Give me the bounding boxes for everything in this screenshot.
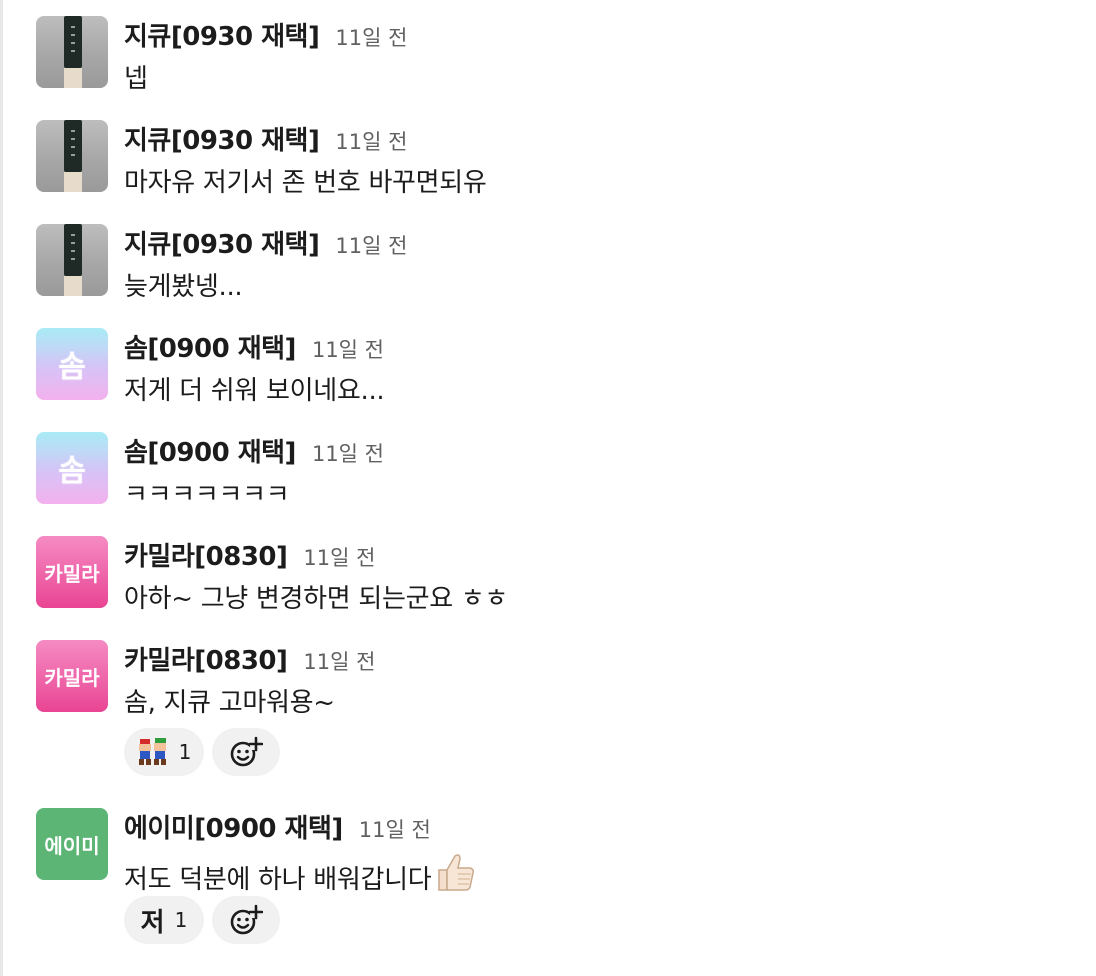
message-text: 넵 [124, 64, 148, 94]
add-reaction-button[interactable] [212, 896, 280, 944]
message-text: 마자유 저기서 존 번호 바꾸면되유 [124, 168, 487, 198]
author-name[interactable]: 에이미[0900 재택] [124, 808, 343, 845]
timestamp[interactable]: 11일 전 [335, 22, 407, 52]
avatar-initials: 카밀라 [44, 561, 100, 586]
message-feed: 지큐[0930 재택] 11일 전 넵 지큐[0930 재택] 11일 전 마자… [0, 0, 1096, 976]
author-name[interactable]: 솜[0900 재택] [124, 328, 296, 365]
avatar-initials: 솜 [58, 350, 86, 385]
message-text: 아하~ 그냥 변경하면 되는군요 ㅎㅎ [124, 584, 509, 614]
avatar-photo [64, 224, 82, 296]
message-text: 저게 더 쉬워 보이네요... [124, 376, 385, 406]
reaction-pill[interactable]: 1 [124, 728, 204, 776]
avatar[interactable] [36, 16, 108, 88]
avatar[interactable] [36, 224, 108, 296]
author-name[interactable]: 카밀라[0830] [124, 640, 288, 677]
author-name[interactable]: 솜[0900 재택] [124, 432, 296, 469]
avatar[interactable]: 카밀라 [36, 640, 108, 712]
avatar-photo [64, 120, 82, 192]
message-text: 저도 덕분에 하나 배워갑니다 [124, 865, 432, 895]
reaction-pill[interactable]: 저 1 [124, 896, 204, 944]
timestamp[interactable]: 11일 전 [335, 230, 407, 260]
author-name[interactable]: 지큐[0930 재택] [124, 120, 320, 157]
message-text: 늦게봤넹... [124, 272, 243, 302]
timestamp[interactable]: 11일 전 [303, 542, 375, 572]
timestamp[interactable]: 11일 전 [312, 438, 384, 468]
avatar[interactable]: 카밀라 [36, 536, 108, 608]
timestamp[interactable]: 11일 전 [335, 126, 407, 156]
author-name[interactable]: 지큐[0930 재택] [124, 16, 320, 53]
avatar[interactable]: 에이미 [36, 808, 108, 880]
reactions-bar: 1 [124, 728, 280, 776]
add-reaction-icon [230, 736, 263, 767]
reaction-count: 1 [178, 740, 192, 764]
custom-emoji: 저 [140, 907, 165, 938]
avatar[interactable] [36, 120, 108, 192]
avatar-initials: 카밀라 [44, 665, 100, 690]
avatar[interactable]: 솜 [36, 328, 108, 400]
timestamp[interactable]: 11일 전 [359, 814, 431, 844]
add-reaction-icon [230, 904, 263, 935]
add-reaction-button[interactable] [212, 728, 280, 776]
timestamp[interactable]: 11일 전 [303, 646, 375, 676]
reaction-count: 1 [174, 908, 188, 932]
avatar[interactable]: 솜 [36, 432, 108, 504]
avatar-initials: 솜 [58, 454, 86, 489]
message-text: 솜, 지큐 고마워용~ [124, 688, 335, 718]
avatar-initials: 에이미 [44, 833, 100, 858]
timestamp[interactable]: 11일 전 [312, 334, 384, 364]
author-name[interactable]: 지큐[0930 재택] [124, 224, 320, 261]
mario-brothers-emoji [137, 737, 169, 767]
message-text: ㅋㅋㅋㅋㅋㅋㅋ [124, 480, 290, 510]
thumbs-up-emoji [433, 850, 477, 901]
message-body: 저도 덕분에 하나 배워갑니다 [124, 850, 477, 901]
reactions-bar: 저 1 [124, 896, 280, 944]
author-name[interactable]: 카밀라[0830] [124, 536, 288, 573]
avatar-photo [64, 16, 82, 88]
